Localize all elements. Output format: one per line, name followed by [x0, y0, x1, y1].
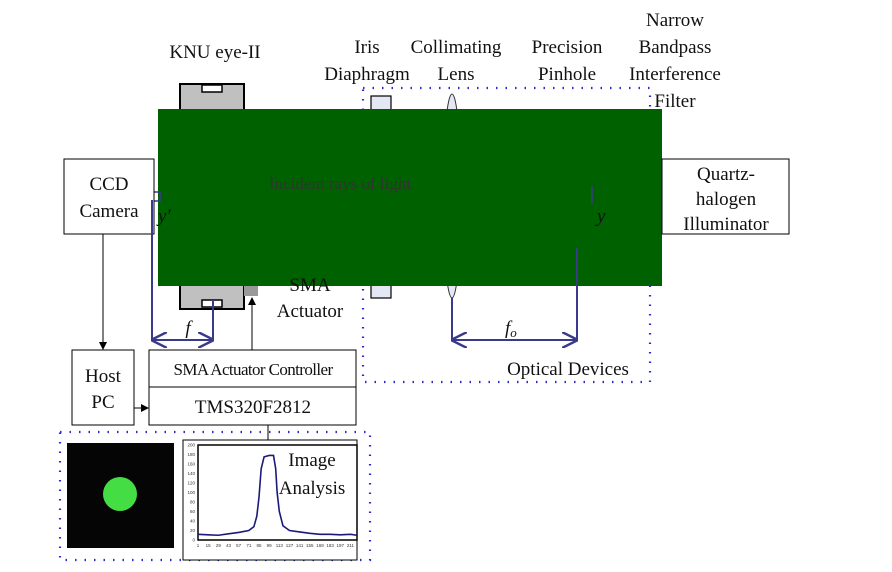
eye-holder-top-slot: [201, 84, 223, 93]
knu-eye-label: KNU eye-II: [169, 42, 260, 63]
x-tick-label: 71: [246, 543, 252, 548]
x-tick-label: 85: [256, 543, 262, 548]
optical-system-diagram: KNU eye-II Iris Diaphragm Collimating Le…: [58, 10, 790, 562]
y-tick-label: 80: [190, 500, 196, 505]
lens-label-1: Collimating: [411, 37, 502, 58]
y-tick-label: 60: [190, 509, 196, 514]
pinhole-label-1: Precision: [532, 37, 603, 58]
x-tick-label: 15: [206, 543, 212, 548]
light-spot: [103, 477, 137, 511]
ccd-camera-box: [63, 158, 155, 235]
x-tick-label: 211: [347, 543, 355, 548]
y-tick-label: 100: [187, 490, 195, 495]
y-tick-label: 140: [187, 471, 195, 476]
image-analysis-label-1: Image: [288, 450, 335, 471]
x-tick-label: 141: [296, 543, 304, 548]
host-pc-label-1: Host: [85, 366, 122, 387]
x-tick-label: 127: [286, 543, 294, 548]
y-tick-label: 120: [187, 481, 195, 486]
x-tick-label: 113: [276, 543, 284, 548]
ccd-label-2: Camera: [79, 201, 139, 222]
optical-devices-label: Optical Devices: [507, 359, 629, 380]
fo-label: fo: [505, 318, 517, 340]
x-tick-label: 197: [337, 543, 345, 548]
overlay-block: [158, 109, 662, 286]
sma-label-2: Actuator: [277, 301, 344, 322]
illuminator-label-2: halogen: [696, 189, 757, 210]
host-pc-label-2: PC: [91, 392, 114, 413]
lens-label-2: Lens: [438, 64, 475, 85]
y-label: y: [595, 206, 606, 227]
filter-label-3: Interference: [629, 64, 721, 85]
pinhole-label-2: Pinhole: [538, 64, 596, 85]
tms-label: TMS320F2812: [195, 397, 311, 418]
filter-label-2: Bandpass: [639, 37, 712, 58]
y-tick-label: 160: [187, 462, 195, 467]
incident-rays-label: Incident rays of light: [269, 174, 411, 193]
ccd-label-1: CCD: [89, 174, 128, 195]
x-tick-label: 183: [326, 543, 334, 548]
iris-label-1: Iris: [354, 37, 379, 58]
y-tick-label: 200: [187, 443, 195, 448]
y-prime-label: y': [156, 206, 171, 227]
y-tick-label: 20: [190, 528, 196, 533]
x-tick-label: 43: [226, 543, 232, 548]
y-tick-label: 40: [190, 519, 196, 524]
x-tick-label: 99: [267, 543, 273, 548]
x-tick-label: 169: [316, 543, 324, 548]
f-label: f: [185, 318, 193, 339]
sma-controller-label: SMA Actuator Controller: [173, 360, 333, 379]
iris-label-2: Diaphragm: [324, 64, 410, 85]
x-tick-label: 155: [306, 543, 314, 548]
x-tick-label: 57: [236, 543, 242, 548]
filter-label-1: Narrow: [646, 10, 704, 31]
host-pc-box: [71, 349, 135, 426]
illuminator-label-1: Quartz-: [697, 164, 755, 185]
y-tick-label: 180: [187, 452, 195, 457]
filter-label-4: Filter: [654, 91, 696, 112]
image-analysis-label-2: Analysis: [279, 478, 346, 499]
x-tick-label: 29: [216, 543, 222, 548]
illuminator-label-3: Illuminator: [683, 214, 769, 235]
sma-label-1: SMA: [289, 275, 330, 296]
